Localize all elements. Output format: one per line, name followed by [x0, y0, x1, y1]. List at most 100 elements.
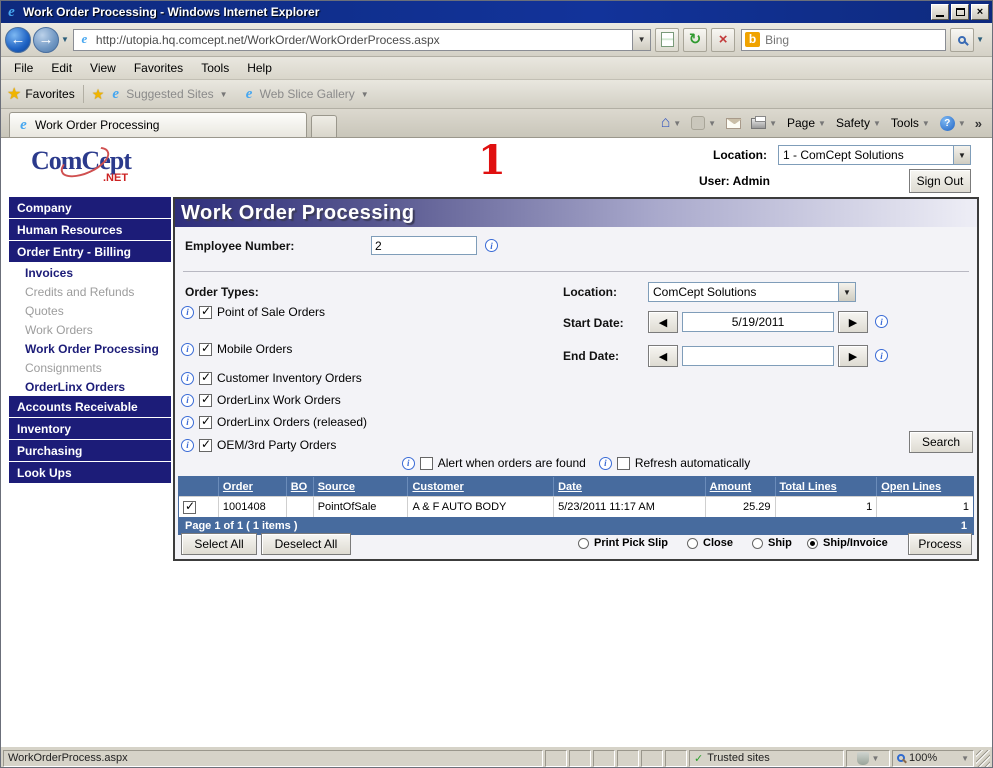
sidebar-item-company[interactable]: Company — [9, 197, 171, 218]
menu-favorites[interactable]: Favorites — [125, 58, 192, 78]
checkbox-alert-when-orders-found[interactable] — [420, 457, 433, 470]
sidebar-item-invoices[interactable]: Invoices — [9, 263, 171, 282]
close-button[interactable]: × — [971, 4, 989, 20]
checkbox-mobile-orders[interactable] — [199, 343, 212, 356]
search-options-dropdown-icon[interactable]: ▼ — [976, 35, 984, 44]
info-icon[interactable]: i — [181, 416, 194, 429]
end-date-prev-button[interactable]: ◀ — [648, 345, 678, 367]
read-mail-button[interactable] — [721, 112, 746, 134]
deselect-all-button[interactable]: Deselect All — [261, 533, 351, 555]
start-date-prev-button[interactable]: ◀ — [648, 311, 678, 333]
checkbox-orderlinx-orders-released[interactable] — [199, 416, 212, 429]
info-icon[interactable]: i — [875, 349, 888, 362]
end-date-input[interactable] — [682, 346, 834, 366]
column-amount[interactable]: Amount — [706, 477, 776, 496]
column-order[interactable]: Order — [219, 477, 287, 496]
stop-button[interactable]: × — [711, 28, 735, 52]
info-icon[interactable]: i — [181, 343, 194, 356]
sidebar-item-orderlinx-orders[interactable]: OrderLinx Orders — [9, 377, 171, 396]
info-icon[interactable]: i — [181, 372, 194, 385]
sidebar-item-purchasing[interactable]: Purchasing — [9, 440, 171, 461]
checkbox-customer-inventory-orders[interactable] — [199, 372, 212, 385]
address-dropdown-button[interactable]: ▼ — [633, 29, 651, 51]
info-icon[interactable]: i — [181, 306, 194, 319]
radio-close[interactable] — [687, 538, 698, 549]
back-button[interactable]: ← — [5, 27, 31, 53]
print-button[interactable]: ▼ — [746, 112, 782, 134]
sidebar-item-credits-and-refunds[interactable]: Credits and Refunds — [9, 282, 171, 301]
info-icon[interactable]: i — [485, 239, 498, 252]
column-date[interactable]: Date — [554, 477, 706, 496]
column-open-lines[interactable]: Open Lines — [877, 477, 973, 496]
sign-out-button[interactable]: Sign Out — [909, 169, 971, 193]
sidebar-item-look-ups[interactable]: Look Ups — [9, 462, 171, 483]
row-checkbox[interactable] — [183, 501, 196, 514]
search-input[interactable] — [765, 33, 942, 47]
menu-tools[interactable]: Tools — [192, 58, 238, 78]
security-zone[interactable]: ✓ Trusted sites — [689, 750, 844, 767]
start-date-input[interactable] — [682, 312, 834, 332]
favorites-button[interactable]: Favorites — [25, 87, 74, 101]
checkbox-orderlinx-work-orders[interactable] — [199, 394, 212, 407]
refresh-button[interactable]: ↻ — [683, 28, 707, 52]
recent-pages-dropdown-icon[interactable]: ▼ — [61, 35, 69, 44]
employee-number-input[interactable] — [371, 236, 477, 255]
filter-location-select[interactable]: ComCept Solutions ▼ — [648, 282, 856, 302]
info-icon[interactable]: i — [875, 315, 888, 328]
info-icon[interactable]: i — [402, 457, 415, 470]
zoom-control[interactable]: 100% ▼ — [892, 750, 974, 767]
search-box[interactable]: b — [741, 29, 946, 51]
info-icon[interactable]: i — [181, 439, 194, 452]
search-go-button[interactable] — [950, 28, 974, 52]
sidebar-item-accounts-receivable[interactable]: Accounts Receivable — [9, 396, 171, 417]
column-source[interactable]: Source — [314, 477, 409, 496]
address-field[interactable]: e http://utopia.hq.comcept.net/WorkOrder… — [73, 29, 633, 51]
toolbar-overflow-button[interactable]: » — [971, 116, 986, 131]
checkbox-point-of-sale-orders[interactable] — [199, 306, 212, 319]
menu-file[interactable]: File — [5, 58, 42, 78]
radio-ship[interactable] — [752, 538, 763, 549]
search-button[interactable]: Search — [909, 431, 973, 453]
pager-page-number[interactable]: 1 — [961, 520, 967, 532]
help-button[interactable]: ?▼ — [935, 112, 971, 134]
page-menu[interactable]: Page▼ — [782, 112, 831, 134]
sidebar-item-inventory[interactable]: Inventory — [9, 418, 171, 439]
sidebar-item-human-resources[interactable]: Human Resources — [9, 219, 171, 240]
new-tab-button[interactable] — [311, 115, 337, 137]
menu-edit[interactable]: Edit — [42, 58, 81, 78]
suggested-sites-dropdown-icon[interactable]: ▼ — [220, 90, 228, 99]
resize-grip[interactable] — [976, 750, 990, 767]
column-bo[interactable]: BO — [287, 477, 314, 496]
radio-print-pick-slip[interactable] — [578, 538, 589, 549]
web-slice-dropdown-icon[interactable]: ▼ — [361, 90, 369, 99]
checkbox-oem-3rd-party-orders[interactable] — [199, 439, 212, 452]
sidebar-item-consignments[interactable]: Consignments — [9, 358, 171, 377]
minimize-button[interactable] — [931, 4, 949, 20]
feeds-button[interactable]: ▼ — [686, 112, 721, 134]
sidebar-item-work-order-processing[interactable]: Work Order Processing — [9, 339, 171, 358]
web-slice-gallery-button[interactable]: Web Slice Gallery — [260, 87, 355, 101]
safety-menu[interactable]: Safety▼ — [831, 112, 886, 134]
info-icon[interactable]: i — [599, 457, 612, 470]
process-button[interactable]: Process — [908, 533, 972, 555]
column-total-lines[interactable]: Total Lines — [776, 477, 878, 496]
sidebar-item-quotes[interactable]: Quotes — [9, 301, 171, 320]
end-date-next-button[interactable]: ▶ — [838, 345, 868, 367]
header-location-select[interactable]: 1 - ComCept Solutions ▼ — [778, 145, 971, 165]
home-button[interactable]: ⌂▼ — [656, 112, 687, 134]
menu-help[interactable]: Help — [238, 58, 281, 78]
checkbox-refresh-automatically[interactable] — [617, 457, 630, 470]
radio-ship-invoice[interactable] — [807, 538, 818, 549]
menu-view[interactable]: View — [81, 58, 125, 78]
table-row[interactable]: 1001408 PointOfSale A & F AUTO BODY 5/23… — [179, 496, 973, 517]
select-all-button[interactable]: Select All — [181, 533, 257, 555]
protected-mode-button[interactable]: ▼ — [846, 750, 890, 767]
start-date-next-button[interactable]: ▶ — [838, 311, 868, 333]
add-favorite-icon[interactable]: ★ — [92, 86, 105, 103]
forward-button[interactable]: → — [33, 27, 59, 53]
tools-menu[interactable]: Tools▼ — [886, 112, 935, 134]
tab-work-order-processing[interactable]: e Work Order Processing — [9, 112, 307, 137]
maximize-button[interactable] — [951, 4, 969, 20]
sidebar-item-order-entry-billing[interactable]: Order Entry - Billing — [9, 241, 171, 262]
column-customer[interactable]: Customer — [408, 477, 554, 496]
